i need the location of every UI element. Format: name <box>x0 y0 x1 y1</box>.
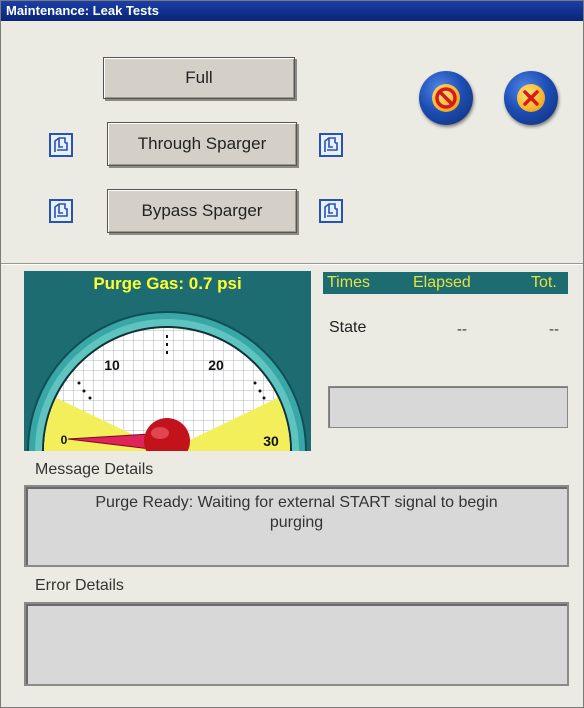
schematic-icon[interactable] <box>49 133 73 157</box>
times-col-header: Times <box>327 274 370 291</box>
stop-no-entry-icon <box>432 84 460 112</box>
message-text-line2: purging <box>269 514 324 531</box>
cancel-x-icon <box>517 84 545 112</box>
error-details-label: Error Details <box>35 577 124 594</box>
bypass-sparger-button[interactable]: Bypass Sparger <box>107 189 297 233</box>
schematic-icon[interactable] <box>319 133 343 157</box>
pressure-gauge: 10 20 30 0 <box>27 311 307 451</box>
message-details-box: Purge Ready: Waiting for external START … <box>24 485 569 567</box>
total-col-header: Tot. <box>531 274 557 291</box>
schematic-icon[interactable] <box>49 199 73 223</box>
stop-button[interactable] <box>419 71 473 125</box>
schematic-icon[interactable] <box>319 199 343 223</box>
divider <box>1 263 583 265</box>
window-title: Maintenance: Leak Tests <box>1 1 583 21</box>
full-test-button[interactable]: Full <box>103 57 295 99</box>
times-header: Times Elapsed Tot. <box>323 272 568 294</box>
state-row-label: State <box>329 319 367 336</box>
message-text-line1: Purge Ready: Waiting for external START … <box>95 494 498 511</box>
gauge-tick-label-20: 20 <box>208 357 224 373</box>
state-total-value: -- <box>549 321 559 338</box>
error-details-box <box>24 602 569 686</box>
message-text: Purge Ready: Waiting for external START … <box>26 493 567 533</box>
state-elapsed-value: -- <box>457 321 467 338</box>
message-details-label: Message Details <box>35 461 154 478</box>
gauge-tick-label-30: 30 <box>263 433 279 449</box>
gauge-tick-label-10: 10 <box>104 357 120 373</box>
leak-tests-window: Maintenance: Leak Tests Full Through Spa… <box>0 0 584 708</box>
cancel-button[interactable] <box>504 71 558 125</box>
elapsed-col-header: Elapsed <box>413 274 471 291</box>
state-status-box <box>328 386 568 428</box>
through-sparger-button[interactable]: Through Sparger <box>107 122 297 166</box>
gauge-tick-label-0: 0 <box>61 433 68 447</box>
purge-gas-gauge-panel: Purge Gas: 0.7 psi 10 20 30 0 <box>24 271 311 451</box>
